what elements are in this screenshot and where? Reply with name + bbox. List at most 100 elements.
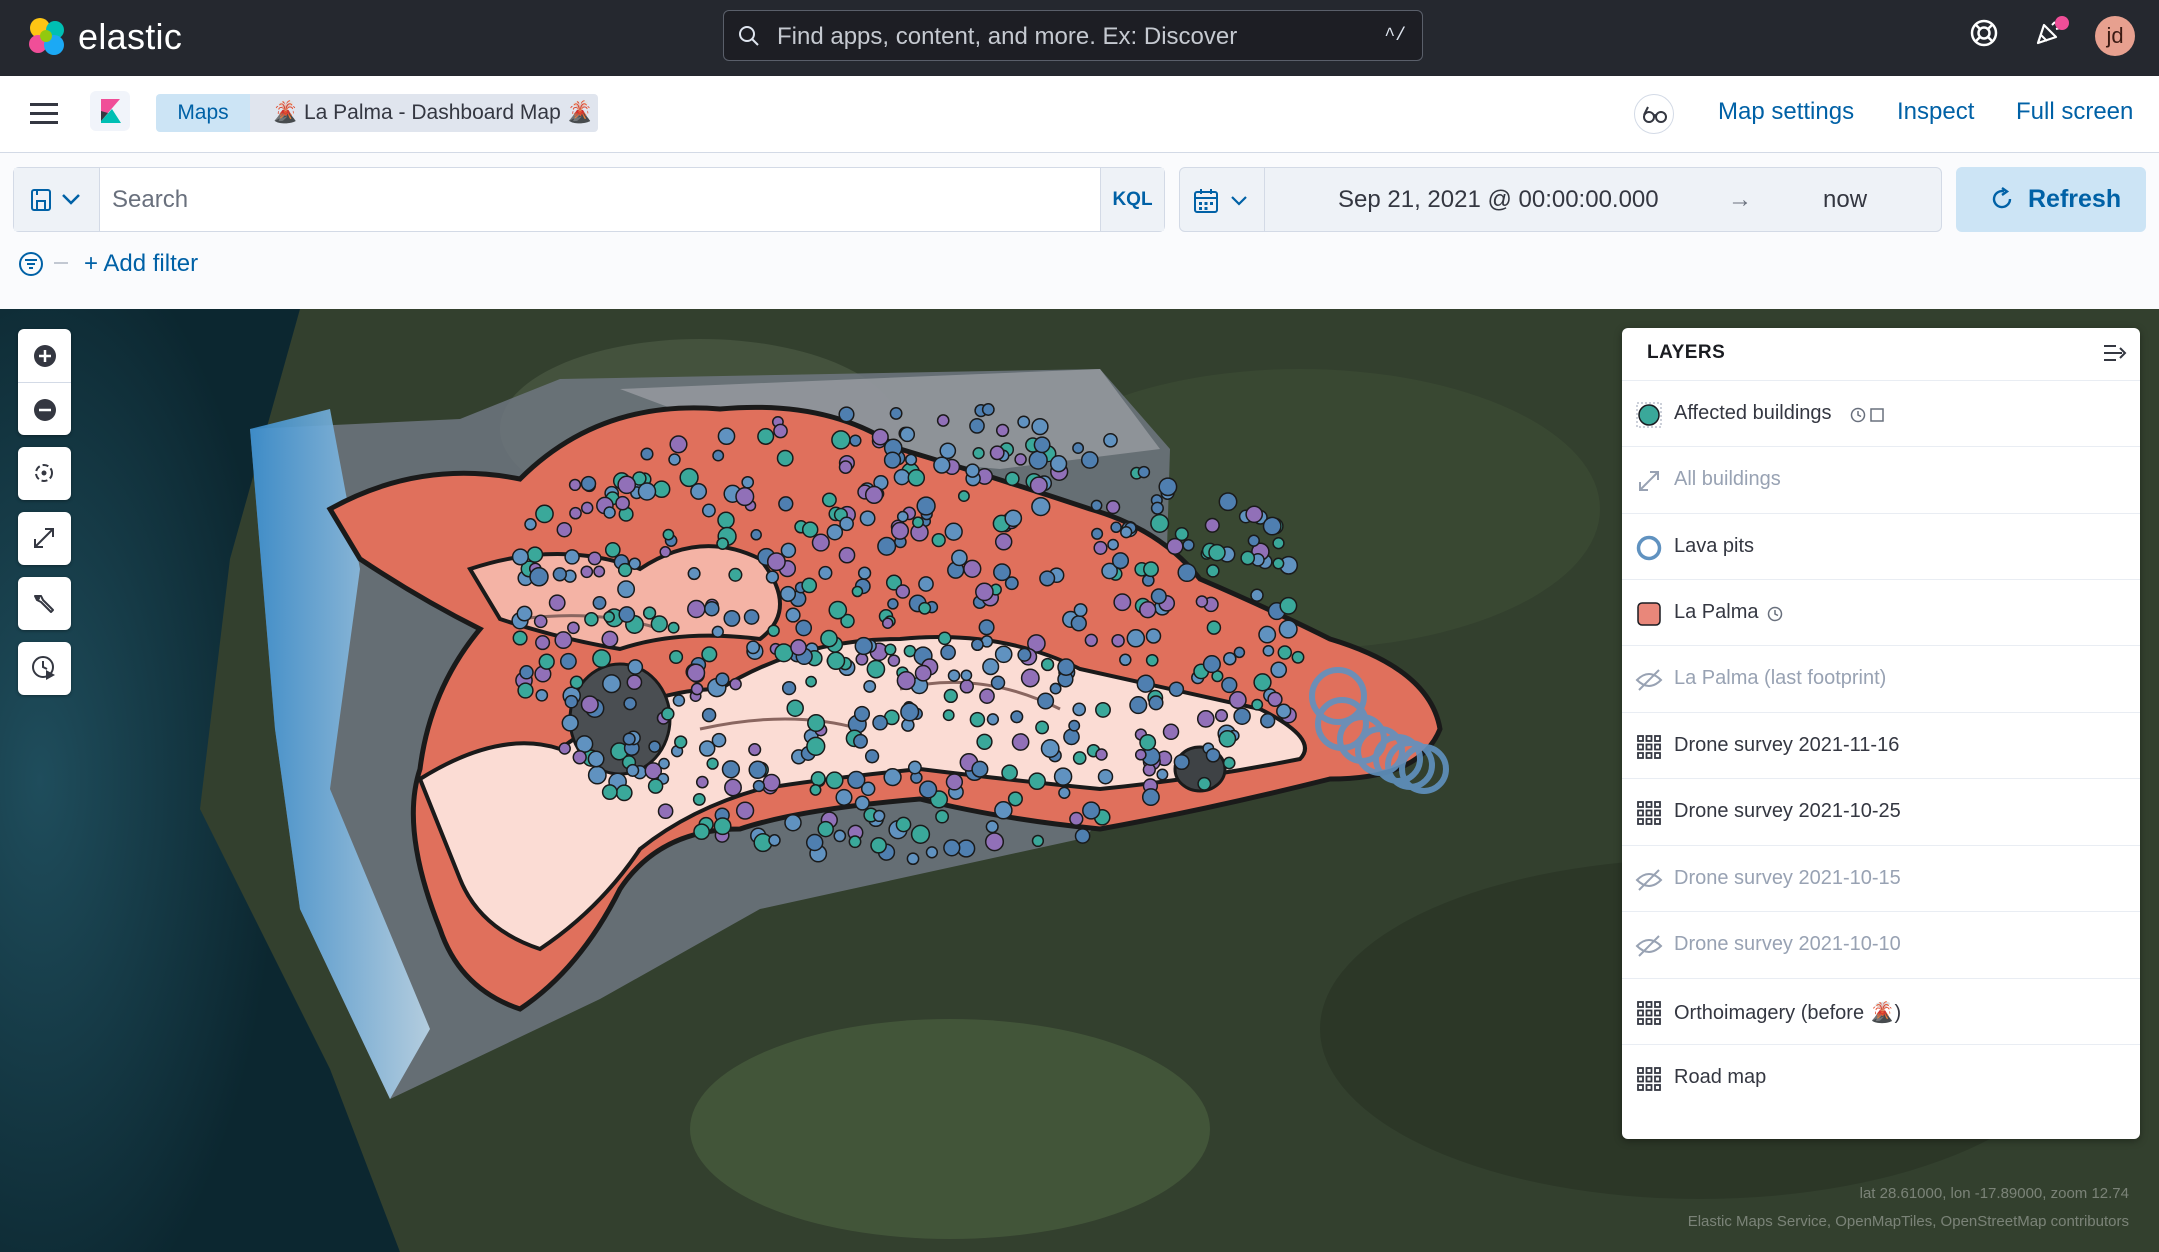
building-marker[interactable]	[779, 585, 797, 602]
building-marker[interactable]	[1110, 521, 1122, 534]
building-marker[interactable]	[626, 674, 643, 691]
layer-drone-survey-2021-10-15[interactable]: Drone survey 2021-10-15	[1622, 845, 2140, 911]
building-marker[interactable]	[1223, 651, 1237, 666]
building-marker[interactable]	[640, 447, 654, 461]
building-marker[interactable]	[587, 750, 605, 768]
building-marker[interactable]	[1139, 733, 1157, 751]
building-marker[interactable]	[1029, 476, 1048, 495]
layer-orthoimagery[interactable]: Orthoimagery (before 🌋)	[1622, 978, 2140, 1044]
building-marker[interactable]	[871, 428, 889, 446]
building-marker[interactable]	[1260, 713, 1276, 729]
building-marker[interactable]	[617, 562, 633, 578]
building-marker[interactable]	[971, 638, 984, 652]
building-marker[interactable]	[615, 784, 633, 802]
building-marker[interactable]	[622, 732, 636, 746]
building-marker[interactable]	[1134, 748, 1147, 761]
building-marker[interactable]	[963, 559, 982, 578]
building-marker[interactable]	[1247, 534, 1260, 547]
building-marker[interactable]	[896, 510, 909, 523]
building-marker[interactable]	[1091, 527, 1104, 540]
building-marker[interactable]	[1137, 465, 1151, 479]
building-marker[interactable]	[535, 504, 554, 524]
building-marker[interactable]	[748, 743, 762, 757]
building-marker[interactable]	[951, 549, 968, 567]
building-marker[interactable]	[575, 735, 594, 753]
building-marker[interactable]	[706, 757, 719, 770]
building-marker[interactable]	[1028, 772, 1046, 791]
building-marker[interactable]	[848, 835, 862, 849]
building-marker[interactable]	[617, 475, 637, 495]
building-marker[interactable]	[918, 601, 932, 615]
building-marker[interactable]	[1206, 564, 1220, 578]
building-marker[interactable]	[906, 852, 920, 866]
building-marker[interactable]	[752, 779, 766, 793]
building-marker[interactable]	[975, 582, 994, 602]
building-marker[interactable]	[533, 614, 548, 629]
building-marker[interactable]	[969, 418, 985, 434]
building-marker[interactable]	[569, 506, 582, 520]
building-marker[interactable]	[994, 801, 1013, 820]
building-marker[interactable]	[1156, 768, 1169, 781]
building-marker[interactable]	[657, 803, 674, 820]
building-marker[interactable]	[1143, 561, 1159, 578]
building-marker[interactable]	[774, 643, 794, 663]
layer-road-map[interactable]: Road map	[1622, 1044, 2140, 1110]
building-marker[interactable]	[905, 453, 918, 466]
building-marker[interactable]	[959, 679, 974, 694]
building-marker[interactable]	[1069, 811, 1084, 827]
building-marker[interactable]	[945, 773, 964, 791]
building-marker[interactable]	[1004, 509, 1023, 528]
building-marker[interactable]	[895, 584, 911, 599]
building-marker[interactable]	[1150, 501, 1164, 515]
building-marker[interactable]	[674, 735, 688, 749]
building-marker[interactable]	[1139, 601, 1157, 619]
building-marker[interactable]	[693, 823, 710, 841]
building-marker[interactable]	[1150, 588, 1167, 605]
layer-drone-survey-2021-10-25[interactable]: Drone survey 2021-10-25	[1622, 778, 2140, 844]
building-marker[interactable]	[1072, 702, 1087, 717]
building-marker[interactable]	[853, 733, 868, 749]
building-marker[interactable]	[1072, 442, 1085, 455]
user-avatar[interactable]: jd	[2095, 16, 2135, 56]
building-marker[interactable]	[690, 682, 704, 696]
building-marker[interactable]	[1208, 543, 1226, 562]
building-marker[interactable]	[969, 711, 986, 728]
building-marker[interactable]	[907, 469, 926, 487]
inspect-link[interactable]: Inspect	[1897, 98, 1974, 126]
building-marker[interactable]	[561, 714, 579, 732]
building-marker[interactable]	[558, 742, 571, 755]
building-marker[interactable]	[854, 795, 870, 811]
building-marker[interactable]	[914, 664, 932, 682]
saved-query-button[interactable]	[14, 168, 100, 231]
building-marker[interactable]	[1004, 471, 1020, 487]
building-marker[interactable]	[939, 442, 957, 460]
building-marker[interactable]	[650, 615, 668, 633]
building-marker[interactable]	[669, 649, 684, 665]
building-marker[interactable]	[826, 523, 844, 541]
building-marker[interactable]	[554, 631, 573, 650]
kibana-logo-icon[interactable]	[90, 91, 130, 131]
timeslider-button[interactable]	[18, 642, 71, 695]
building-marker[interactable]	[918, 780, 938, 799]
filter-menu-button[interactable]	[18, 249, 76, 289]
building-marker[interactable]	[735, 487, 755, 507]
map-settings-link[interactable]: Map settings	[1718, 98, 1854, 126]
building-marker[interactable]	[1258, 625, 1277, 644]
building-marker[interactable]	[1150, 513, 1170, 533]
building-marker[interactable]	[790, 639, 807, 656]
building-marker[interactable]	[1017, 647, 1032, 662]
building-marker[interactable]	[711, 732, 727, 748]
building-marker[interactable]	[526, 546, 544, 563]
building-marker[interactable]	[1177, 562, 1197, 583]
building-marker[interactable]	[1222, 756, 1236, 770]
building-marker[interactable]	[893, 468, 911, 486]
building-marker[interactable]	[1105, 499, 1121, 515]
building-marker[interactable]	[648, 740, 661, 753]
building-marker[interactable]	[900, 702, 920, 722]
building-marker[interactable]	[604, 542, 621, 558]
building-marker[interactable]	[642, 606, 657, 620]
building-marker[interactable]	[972, 447, 985, 460]
building-marker[interactable]	[828, 600, 848, 620]
elastic-logo-icon[interactable]	[24, 14, 70, 60]
building-marker[interactable]	[587, 551, 602, 566]
